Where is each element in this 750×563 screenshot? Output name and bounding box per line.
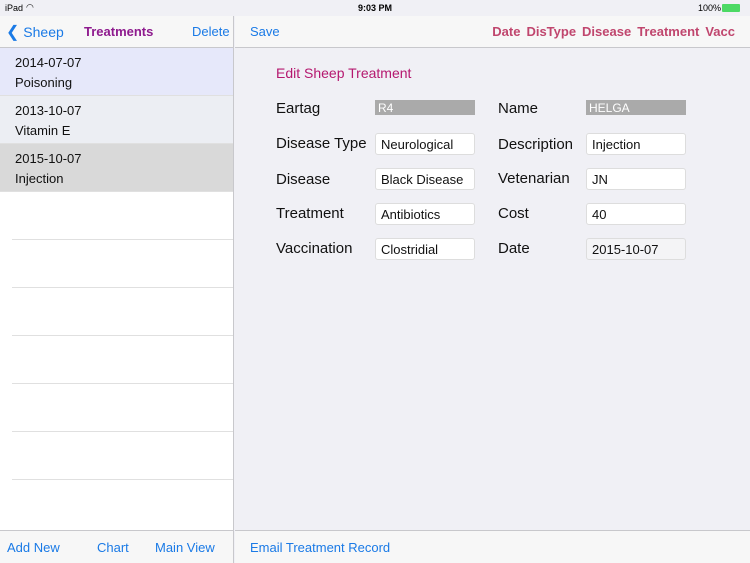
detail-pane: Save Date DisType Disease Treatment Vacc… — [235, 16, 750, 563]
date-label: Date — [498, 240, 530, 257]
left-nav-bar: ❮ Sheep Treatments Delete — [0, 16, 233, 48]
empty-row — [12, 384, 233, 432]
list-item[interactable]: 2014-07-07 Poisoning — [0, 48, 233, 96]
delete-button[interactable]: Delete — [192, 24, 230, 39]
battery-icon — [722, 4, 740, 12]
item-date: 2015-10-07 — [15, 151, 82, 166]
empty-row — [12, 240, 233, 288]
save-button[interactable]: Save — [250, 24, 280, 39]
nav-title: Treatments — [84, 24, 154, 39]
back-label: Sheep — [23, 24, 64, 40]
right-nav-bar: Save Date DisType Disease Treatment Vacc — [235, 16, 750, 48]
cost-field[interactable]: 40 — [586, 203, 686, 225]
treatment-label: Treatment — [276, 205, 344, 222]
sort-disease-button[interactable]: Disease — [582, 24, 631, 39]
description-label: Description — [498, 136, 574, 153]
main-view-button[interactable]: Main View — [155, 540, 215, 555]
sort-treatment-button[interactable]: Treatment — [637, 24, 699, 39]
vaccination-label: Vaccination — [276, 240, 353, 257]
device-label: iPad — [5, 3, 24, 13]
name-label: Name — [498, 100, 539, 117]
list-item[interactable]: 2013-10-07 Vitamin E — [0, 96, 233, 144]
email-record-button[interactable]: Email Treatment Record — [250, 540, 390, 555]
add-new-button[interactable]: Add New — [7, 540, 60, 555]
vetenarian-field[interactable]: JN — [586, 168, 686, 190]
disease-field[interactable]: Black Disease — [375, 168, 475, 190]
right-toolbar: Email Treatment Record — [235, 530, 750, 563]
item-name: Vitamin E — [15, 123, 71, 138]
disease-label: Disease — [276, 171, 331, 188]
back-button[interactable]: ❮ Sheep — [6, 22, 64, 42]
sort-date-button[interactable]: Date — [492, 24, 520, 39]
empty-row — [12, 192, 233, 240]
item-name: Poisoning — [15, 75, 73, 90]
battery-percent: 100% — [698, 3, 722, 13]
sort-distype-button[interactable]: DisType — [526, 24, 576, 39]
eartag-label: Eartag — [276, 100, 321, 117]
item-date: 2013-10-07 — [15, 103, 82, 118]
date-field[interactable]: 2015-10-07 — [586, 238, 686, 260]
vaccination-field[interactable]: Clostridial — [375, 238, 475, 260]
form-heading: Edit Sheep Treatment — [276, 65, 412, 81]
chevron-left-icon: ❮ — [6, 24, 20, 41]
name-field: HELGA — [586, 100, 686, 115]
empty-row — [12, 336, 233, 384]
sort-buttons: Date DisType Disease Treatment Vacc — [492, 24, 735, 39]
status-bar: iPad ◠ 9:03 PM 100% — [0, 0, 750, 16]
left-toolbar: Add New Chart Main View — [0, 530, 233, 563]
sort-vacc-button[interactable]: Vacc — [705, 24, 735, 39]
vetenarian-label: Vetenarian — [498, 170, 570, 187]
eartag-field: R4 — [375, 100, 475, 115]
list-item[interactable]: 2015-10-07 Injection — [0, 144, 233, 192]
empty-row — [12, 432, 233, 480]
description-field[interactable]: Injection — [586, 133, 686, 155]
wifi-icon: ◠ — [26, 2, 34, 12]
empty-row — [12, 288, 233, 336]
treatments-list-pane: ❮ Sheep Treatments Delete 2014-07-07 Pois… — [0, 16, 234, 563]
item-name: Injection — [15, 171, 64, 186]
cost-label: Cost — [498, 205, 529, 222]
item-date: 2014-07-07 — [15, 55, 82, 70]
treatment-field[interactable]: Antibiotics — [375, 203, 475, 225]
disease-type-label: Disease Type — [276, 135, 367, 152]
clock: 9:03 PM — [358, 3, 393, 13]
disease-type-field[interactable]: Neurological — [375, 133, 475, 155]
chart-button[interactable]: Chart — [97, 540, 129, 555]
